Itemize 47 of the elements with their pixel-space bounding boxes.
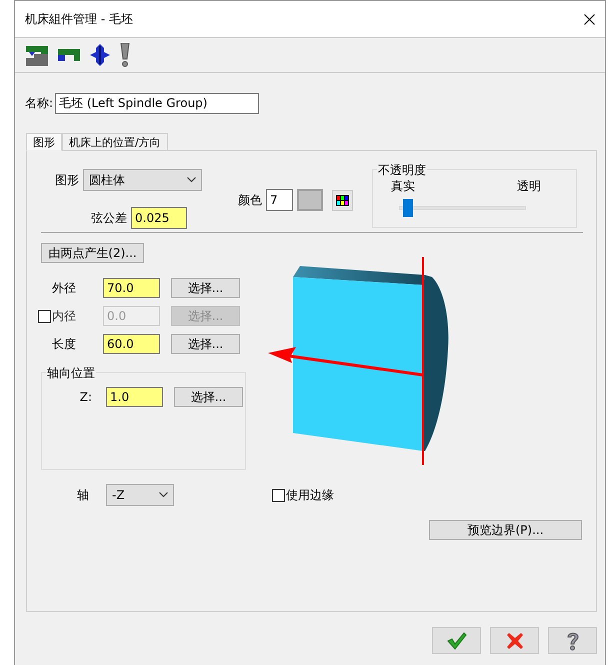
tab[interactable]: 机床上的位置/方向 (62, 133, 168, 150)
z-label: Z: (78, 390, 92, 404)
ok-button[interactable] (432, 627, 481, 654)
select-button[interactable]: 选择... (171, 334, 240, 354)
from-two-points-button[interactable]: 由两点产生(2)... (41, 243, 144, 263)
color-label: 颜色 (238, 192, 262, 208)
color-palette-button[interactable] (332, 190, 353, 210)
axis-dropdown[interactable]: -Z (106, 484, 174, 506)
transparent-label: 透明 (517, 178, 541, 195)
exclamation-icon[interactable] (120, 43, 130, 67)
chevron-down-icon (159, 492, 168, 498)
close-icon[interactable] (584, 14, 595, 24)
shape-label: 图形 (54, 172, 79, 188)
select-button[interactable]: 选择... (174, 387, 243, 407)
name-label: 名称: (25, 95, 54, 112)
dimension-field[interactable]: 60.0 (103, 334, 160, 354)
palette-icon (336, 194, 349, 206)
opacity-slider[interactable] (399, 199, 526, 217)
color-swatch (297, 189, 323, 211)
axis-label: 轴 (76, 486, 89, 504)
chord-tolerance-field[interactable]: 0.025 (131, 207, 187, 229)
opaque-label: 真实 (391, 178, 415, 195)
use-edge-checkbox[interactable] (272, 488, 285, 502)
use-edge-label: 使用边缘 (286, 486, 334, 504)
question-mark-icon (566, 630, 580, 650)
help-button[interactable] (548, 627, 597, 654)
slider-thumb[interactable] (402, 199, 412, 217)
dimension-field[interactable]: 70.0 (103, 278, 160, 298)
shape-dropdown[interactable]: 圆柱体 (83, 169, 202, 191)
color-field[interactable]: 7 (266, 189, 293, 211)
name-field[interactable]: 毛坯 (Left Spindle Group) (55, 93, 260, 114)
spindle-icon[interactable] (90, 44, 110, 66)
close-icon (506, 632, 524, 650)
z-field[interactable]: 1.0 (106, 387, 163, 407)
inner-diameter-label: 内径 (52, 308, 76, 324)
chord-tolerance-label: 弦公差 (91, 210, 127, 226)
chevron-down-icon (187, 177, 196, 183)
select-button[interactable]: 选择... (171, 278, 240, 298)
preview-boundary-button[interactable]: 预览边界(P)... (429, 520, 582, 540)
dimension-label: 长度 (51, 336, 76, 352)
cancel-button[interactable] (490, 627, 539, 654)
window-title: 机床組件管理 - 毛坯 (25, 10, 133, 28)
dimension-label: 外径 (51, 280, 76, 296)
stock-block-icon[interactable] (26, 44, 48, 66)
axial-position-title: 轴向位置 (46, 365, 96, 382)
checkmark-icon (446, 632, 466, 650)
tab[interactable]: 图形 (26, 133, 62, 151)
